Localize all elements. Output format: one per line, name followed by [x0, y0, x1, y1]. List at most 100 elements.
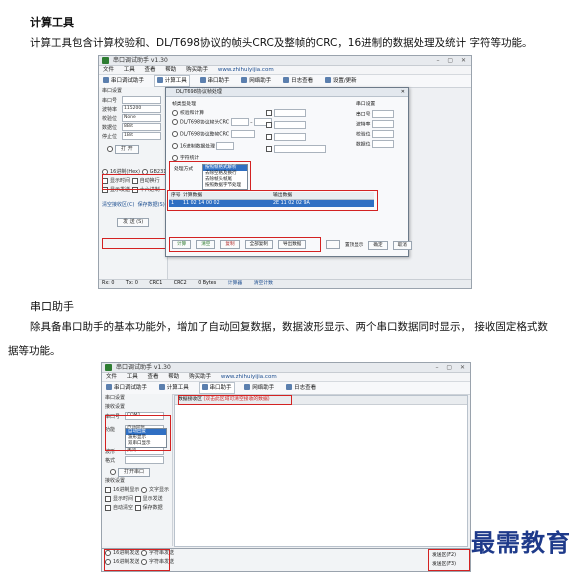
toolbar-log[interactable]: 日志查看 [284, 382, 318, 394]
menu-tools[interactable]: 工具 [127, 374, 138, 380]
section-paragraph-calc: 计算工具包含计算校验和、DL/T698协议的帧头CRC及整帧的CRC，16进制的… [30, 37, 533, 49]
radio-text-display[interactable] [140, 486, 147, 493]
toolbar-calc[interactable]: 计算工具 [157, 382, 191, 394]
right-select-databits[interactable] [371, 140, 394, 148]
highlight-box [105, 415, 171, 451]
calc-icon [156, 77, 163, 83]
window-controls-icon[interactable]: – ▢ ✕ [436, 56, 469, 65]
toolbar-serial[interactable]: 串口调试助手 [104, 382, 149, 394]
select-port[interactable] [122, 96, 161, 104]
status-bytes: 0 Bytes [198, 281, 217, 286]
select-stopbits[interactable]: 1Bit [122, 132, 161, 140]
select-baud[interactable]: 115200 [122, 105, 161, 113]
check-option-b[interactable] [266, 122, 272, 128]
app-icon [105, 364, 112, 371]
menu-bar: 文件 工具 查看 帮助 购买助手 www.zhihuiyijia.com [99, 66, 471, 75]
input-crc-mode[interactable] [230, 130, 255, 138]
clear-receive-link[interactable]: 清空接收区(C) [102, 202, 134, 208]
input-count[interactable] [216, 142, 235, 150]
right-select-parity[interactable] [371, 130, 394, 138]
toolbar-serial[interactable]: 串口调试助手 [101, 75, 146, 87]
menu-website[interactable]: www.zhihuiyijia.com [221, 374, 277, 380]
input-option-d[interactable] [274, 145, 326, 153]
dialog-bottom-buttons: 置顶显示 确定 取消 [326, 240, 417, 250]
section-heading-calc: 计算工具 [30, 16, 74, 29]
menu-view[interactable]: 查看 [148, 374, 159, 380]
check-auto-clear[interactable] [105, 504, 111, 511]
calculator-link[interactable]: 计算器 [228, 281, 242, 286]
label-save-data: 保存数据 [142, 505, 163, 511]
close-icon[interactable]: ✕ [401, 88, 405, 96]
right-select-port[interactable] [371, 110, 394, 118]
status-crc1: CRC1 [149, 281, 163, 286]
check-show-time[interactable] [105, 495, 111, 502]
check-option-c[interactable] [266, 134, 272, 140]
highlight-box [169, 237, 321, 252]
status-led-icon [107, 145, 113, 152]
menu-buy[interactable]: 购买助手 [186, 67, 208, 73]
menu-view[interactable]: 查看 [145, 67, 156, 73]
menu-help[interactable]: 帮助 [165, 67, 176, 73]
label-topmost: 置顶显示 [345, 243, 364, 248]
input-option-c[interactable] [274, 133, 306, 141]
menu-help[interactable]: 帮助 [168, 374, 179, 380]
toolbar-log[interactable]: 日志查看 [281, 75, 315, 87]
serial-helper-screenshot: 串口调试助手 v1.30 – ▢ ✕ 文件 工具 查看 帮助 购买助手 www.… [101, 362, 471, 572]
ok-button[interactable]: 确定 [368, 241, 388, 250]
input-start[interactable] [230, 118, 249, 126]
label-stopbits: 停止位 [102, 133, 118, 140]
menu-file[interactable]: 文件 [103, 67, 114, 73]
radio-char-count[interactable] [172, 154, 178, 161]
toolbar-settings[interactable]: 设置/更新 [323, 75, 359, 87]
highlight-box [178, 395, 292, 405]
right-select-baud[interactable] [371, 120, 394, 128]
radio-hex-process[interactable] [172, 143, 178, 149]
section-paragraph-serial-line2: 据等功能。 [8, 345, 61, 357]
save-data-link[interactable]: 保存数据(S) [138, 202, 165, 208]
status-bar: Rx: 0 Tx: 0 CRC1 CRC2 0 Bytes 计算器 清空计数 [99, 279, 471, 288]
send-button[interactable]: 发 送 (S) [117, 218, 150, 227]
network-icon [241, 77, 248, 83]
receive-label: 接收设置 [105, 478, 126, 484]
crc-dialog: DL/T698协议帧处理 ✕ 帧类型处理 校验和计算 DL/T698协议帧头CRC… [165, 87, 412, 257]
label-show-time: 显示时间 [113, 496, 134, 502]
menu-website[interactable]: www.zhihuiyijia.com [218, 67, 274, 73]
right-label-port: 串口号 [356, 112, 371, 118]
check-option-d[interactable] [266, 146, 272, 152]
input-option-a[interactable] [274, 109, 306, 117]
menu-tools[interactable]: 工具 [124, 67, 135, 73]
toolbar-network[interactable]: 网络助手 [239, 75, 273, 87]
right-group-label: 串口设置 [356, 102, 376, 107]
cancel-button[interactable]: 取消 [392, 241, 412, 250]
menu-file[interactable]: 文件 [106, 374, 117, 380]
panel-label: 串口设置 [105, 395, 126, 401]
window-controls-icon[interactable]: – ▢ ✕ [435, 363, 468, 372]
check-show-send[interactable] [134, 495, 141, 502]
radio-header-crc[interactable] [172, 119, 178, 125]
radio-frame-crc[interactable] [172, 131, 178, 137]
select-databits[interactable]: 8Bit [122, 123, 161, 131]
input-option-b[interactable] [274, 121, 306, 129]
watermark-logo: 最需教育 [471, 528, 571, 557]
select-parity[interactable]: None [122, 114, 161, 122]
check-topmost[interactable] [326, 240, 340, 249]
toolbar-serial-helper[interactable]: 串口助手 [198, 382, 235, 394]
open-port-button[interactable]: 打 开 [115, 145, 139, 154]
menu-buy[interactable]: 购买助手 [189, 374, 211, 380]
select-format[interactable] [125, 456, 164, 464]
highlight-box [167, 190, 378, 211]
open-port-button[interactable]: 打开串口 [118, 468, 151, 477]
check-option-a[interactable] [266, 110, 272, 116]
radio-checksum[interactable] [172, 109, 178, 116]
toolbar-network[interactable]: 网络助手 [242, 382, 276, 394]
right-label-baud: 波特率 [356, 122, 371, 128]
panel-sublabel: 接收设置 [105, 404, 126, 410]
check-save-data[interactable] [134, 504, 141, 511]
check-hex-display[interactable] [105, 486, 111, 493]
section-paragraph-serial-line1: 除具备串口助手的基本功能外，增加了自动回复数据，数据波形显示、两个串口数据同时显… [30, 321, 548, 333]
label-text-display: 文字显示 [148, 487, 169, 493]
toolbar-serial-helper[interactable]: 串口助手 [198, 75, 232, 87]
clear-count-link[interactable]: 清空计数 [254, 281, 273, 286]
receive-pane[interactable]: 数据接收区 (双击此区域可清空接收的数据) [174, 395, 468, 547]
toolbar-calc[interactable]: 计算工具 [153, 75, 190, 87]
